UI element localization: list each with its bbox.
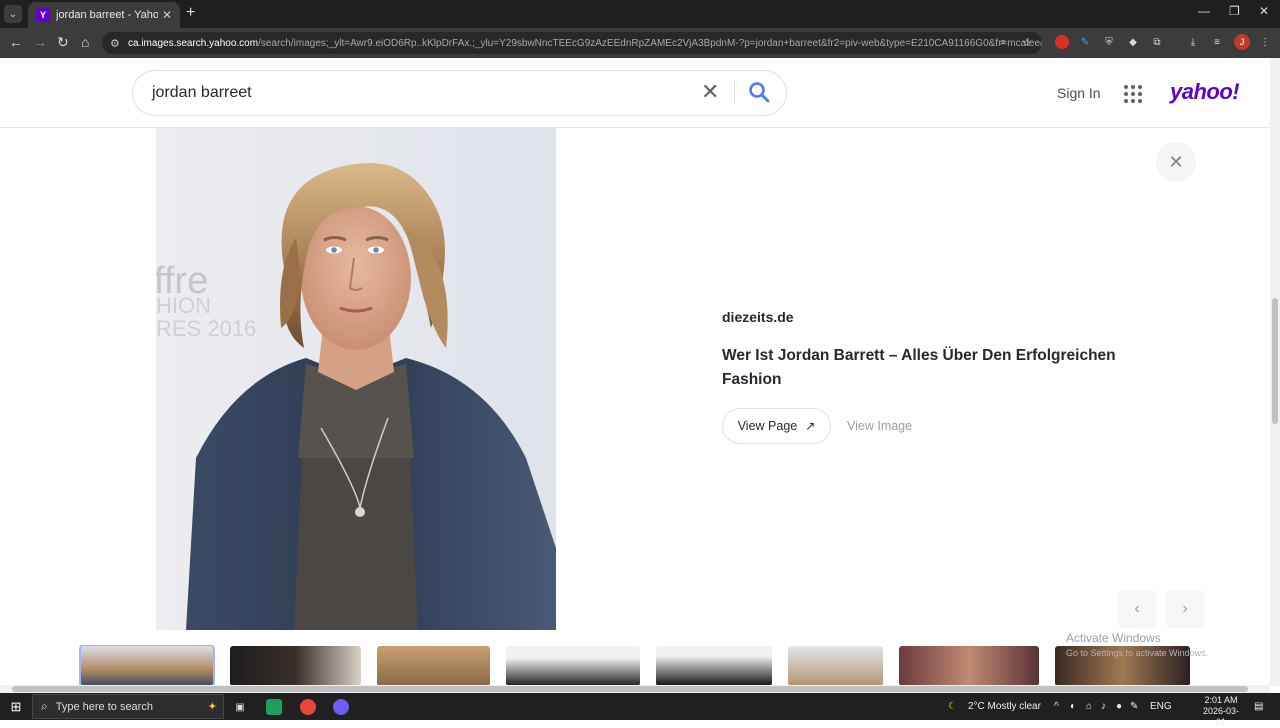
extensions-puzzle-icon[interactable]: ⧉	[1150, 35, 1164, 49]
search-box[interactable]: jordan barreet ✕	[132, 70, 787, 116]
thumbnail-1[interactable]	[79, 645, 215, 685]
extension-red-icon[interactable]	[1055, 35, 1069, 49]
taskbar-search-icon: ⌕	[41, 699, 48, 713]
search-input[interactable]: jordan barreet	[152, 84, 252, 102]
language-indicator[interactable]: ENG	[1150, 701, 1172, 712]
preview-title[interactable]: Wer Ist Jordan Barrett – Alles Über Den …	[722, 344, 1142, 392]
view-page-label: View Page	[737, 419, 798, 433]
tray-app-icon[interactable]: ◐	[1070, 701, 1076, 712]
taskbar-clock[interactable]: 2:01 AM 2026-03-01	[1198, 695, 1244, 728]
vertical-scroll-thumb[interactable]	[1272, 298, 1278, 424]
restore-icon[interactable]: ❐	[1229, 4, 1240, 18]
activate-windows-title: Activate Windows	[1066, 631, 1161, 645]
activate-windows-subtitle: Go to Settings to activate Windows.	[1066, 648, 1209, 658]
mic-icon[interactable]: ●	[1116, 701, 1122, 712]
sign-in-link[interactable]: Sign In	[1057, 85, 1101, 101]
pen-icon[interactable]: ✎	[1130, 701, 1138, 712]
browser-tab-strip: ⌄ Y jordan barreet - Yahoo Canada ✕ + — …	[0, 0, 1280, 28]
network-icon[interactable]: ⌂	[1086, 701, 1092, 712]
taskbar-app-purple-icon[interactable]	[333, 699, 349, 715]
view-image-button[interactable]: View Image	[847, 419, 912, 433]
tab-close-icon[interactable]: ✕	[162, 8, 172, 22]
horizontal-scrollbar[interactable]	[0, 685, 1270, 693]
tray-chevron-icon[interactable]: ^	[1054, 701, 1059, 712]
search-icon[interactable]	[747, 80, 771, 104]
yahoo-header: jordan barreet ✕ Sign In yahoo!	[0, 58, 1270, 128]
taskbar-search-placeholder: Type here to search	[55, 700, 153, 713]
taskbar-app-green-icon[interactable]	[266, 699, 282, 715]
notifications-icon[interactable]: ▤	[1254, 701, 1263, 712]
reading-list-icon[interactable]: ≡	[1210, 35, 1224, 49]
home-icon[interactable]: ⌂	[81, 34, 89, 50]
address-bar[interactable]: ⚙ ca.images.search.yahoo.com/search/imag…	[102, 32, 1042, 54]
minimize-icon[interactable]: —	[1198, 4, 1210, 18]
close-icon: ✕	[1168, 151, 1184, 172]
chevron-left-icon: ‹	[1134, 600, 1140, 617]
taskbar-chrome-icon[interactable]	[300, 699, 316, 715]
tab-title: jordan barreet - Yahoo Canada	[56, 9, 158, 21]
next-image-button[interactable]: ›	[1166, 590, 1204, 628]
clock-date: 2026-03-01	[1202, 706, 1240, 727]
backdrop-text-3: RES 2016	[156, 316, 256, 341]
weather-text[interactable]: 2°C Mostly clear	[968, 701, 1041, 712]
copilot-sparkle-icon: ✦	[207, 701, 217, 713]
thumbnail-3[interactable]	[377, 646, 490, 685]
search-divider	[734, 81, 735, 105]
tab-search-icon[interactable]: ⌄	[4, 5, 22, 23]
close-preview-button[interactable]: ✕	[1156, 142, 1196, 182]
reload-icon[interactable]: ↻	[57, 34, 69, 51]
thumbnail-4[interactable]	[506, 646, 640, 685]
clear-search-icon[interactable]: ✕	[701, 79, 719, 105]
task-view-icon[interactable]: ▣	[232, 699, 248, 715]
thumbnail-7[interactable]	[899, 646, 1039, 685]
forward-icon[interactable]: →	[33, 34, 47, 50]
windows-start-icon[interactable]: ⊞	[8, 699, 24, 715]
downloads-icon[interactable]: ⤓	[1186, 35, 1200, 49]
prev-image-button[interactable]: ‹	[1118, 590, 1156, 628]
extension-diamond-icon[interactable]: ◆	[1126, 35, 1140, 49]
extension-shield-icon[interactable]: ⛨	[1102, 35, 1116, 49]
browser-menu-icon[interactable]: ⋮	[1258, 35, 1272, 49]
window-close-icon[interactable]: ✕	[1259, 4, 1269, 18]
volume-icon[interactable]: ♪	[1101, 701, 1106, 712]
horizontal-scroll-thumb[interactable]	[12, 686, 1248, 692]
backdrop-text-2: HION	[156, 293, 211, 318]
vertical-scrollbar[interactable]	[1270, 58, 1280, 686]
site-info-icon[interactable]: ⚙	[110, 37, 120, 50]
browser-toolbar: ← → ↻ ⌂ ⚙ ca.images.search.yahoo.com/sea…	[0, 28, 1280, 58]
source-domain[interactable]: diezeits.de	[722, 309, 794, 325]
yahoo-logo[interactable]: yahoo!	[1170, 79, 1240, 105]
preview-image[interactable]: ffre HION RES 2016	[156, 128, 556, 630]
new-tab-icon[interactable]: +	[186, 4, 195, 22]
apps-grid-icon[interactable]	[1124, 85, 1142, 103]
url-path: /search/images;_ylt=Awr9.eiOD6Rp..kKlpDr…	[258, 37, 1042, 49]
external-link-icon: ↗	[805, 419, 816, 433]
thumbnail-6[interactable]	[788, 646, 883, 685]
chevron-right-icon: ›	[1182, 600, 1188, 617]
url-host: ca.images.search.yahoo.com	[128, 37, 259, 49]
zoom-icon[interactable]: ⌕	[1000, 36, 1006, 49]
clock-time: 2:01 AM	[1204, 695, 1238, 705]
browser-tab[interactable]: Y jordan barreet - Yahoo Canada ✕	[28, 2, 180, 28]
windows-taskbar: ⊞ ⌕ Type here to search ✦ ▣ ☾ 2°C Mostly…	[0, 693, 1280, 727]
bookmark-star-icon[interactable]: ☆	[1022, 36, 1032, 49]
portrait-photo: ffre HION RES 2016	[156, 128, 556, 630]
taskbar-search[interactable]: ⌕ Type here to search ✦	[32, 694, 224, 719]
profile-avatar[interactable]: J	[1234, 34, 1250, 50]
thumbnail-5[interactable]	[656, 646, 772, 685]
weather-icon[interactable]: ☾	[948, 701, 957, 712]
yahoo-favicon-icon: Y	[36, 8, 50, 22]
back-icon[interactable]: ←	[9, 34, 23, 50]
view-page-button[interactable]: View Page ↗	[722, 408, 831, 444]
extension-translate-icon[interactable]: ✎	[1078, 35, 1092, 49]
thumbnail-2[interactable]	[230, 646, 361, 685]
